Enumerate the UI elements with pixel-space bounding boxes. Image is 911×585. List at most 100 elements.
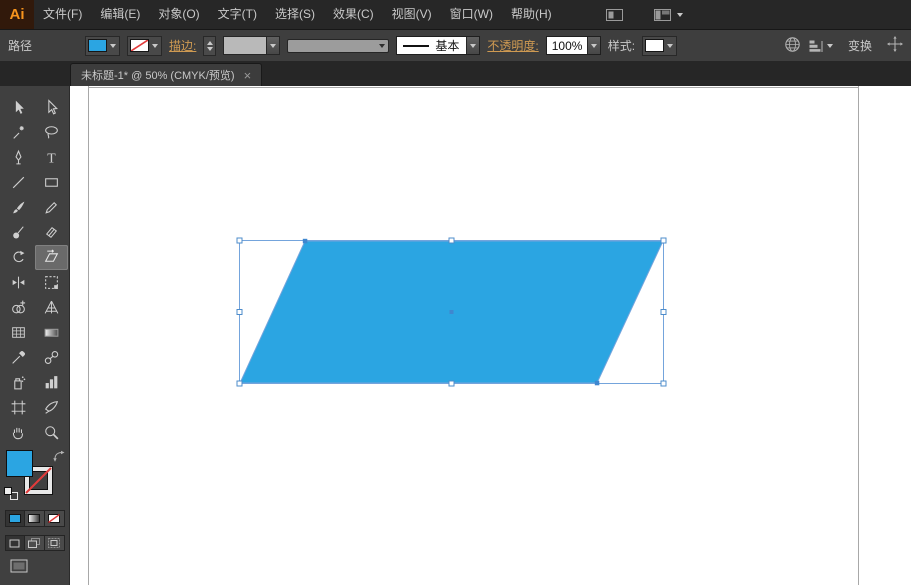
style-label: 样式: [607,39,636,53]
chevron-down-icon [667,43,674,48]
fill-swatch[interactable] [5,450,33,477]
style-dropdown[interactable] [642,35,678,56]
pencil-tool[interactable] [35,195,68,220]
width-tool[interactable] [2,270,35,295]
gradient-mode-button[interactable] [24,510,45,527]
paintbrush-tool[interactable] [2,195,35,220]
default-fill-stroke-icon[interactable] [3,487,18,500]
rotate-tool[interactable] [2,245,35,270]
artboard-tool-icon [11,400,25,415]
column-graph-tool-icon [45,376,57,389]
color-swatch [8,514,21,523]
type-tool[interactable]: T [35,145,68,170]
eraser-tool[interactable] [35,220,68,245]
magic-wand-tool[interactable] [2,120,35,145]
close-tab-icon[interactable]: × [244,69,252,82]
blob-brush-tool[interactable] [2,220,35,245]
eyedropper-tool[interactable] [2,345,35,370]
artboard-tool[interactable] [2,395,35,420]
align-dropdown[interactable] [808,39,833,53]
shear-tool[interactable] [34,245,68,270]
blend-tool[interactable] [35,345,68,370]
line-segment-tool[interactable] [2,170,35,195]
menu-view[interactable]: 视图(V) [383,0,441,29]
fill-color-dropdown[interactable] [85,35,121,56]
menu-type[interactable]: 文字(T) [209,0,266,29]
draw-inside-icon [48,538,60,548]
zoom-tool[interactable] [35,420,68,445]
variable-width-profile-dropdown[interactable] [287,38,390,53]
context-label: 路径 [8,39,33,53]
pen-tool[interactable] [2,145,35,170]
eraser-tool-icon [45,226,57,239]
align-icon [809,40,823,52]
workspace-switcher-icon[interactable] [653,7,683,23]
transform-link[interactable]: 变换 [848,37,872,54]
type-tool-icon: T [47,150,56,165]
gradient-swatch [28,514,40,523]
stroke-weight-label[interactable]: 描边: [169,37,196,54]
direct-selection-tool-icon [47,99,58,115]
mesh-tool[interactable] [2,320,35,345]
chevron-down-icon [152,43,159,48]
column-graph-tool[interactable] [35,370,68,395]
menu-window[interactable]: 窗口(W) [441,0,502,29]
swap-fill-stroke-icon[interactable] [52,450,65,465]
style-swatch [645,39,665,52]
screen-mode-button[interactable] [10,559,28,576]
line-segment-tool-icon [12,176,24,189]
free-transform-tool[interactable] [35,270,68,295]
drawing-mode-buttons [4,535,65,551]
opacity-label[interactable]: 不透明度: [487,37,538,54]
rotate-tool-icon [13,250,24,263]
slice-tool[interactable] [35,395,68,420]
symbol-sprayer-tool[interactable] [2,370,35,395]
menu-effect[interactable]: 效果(C) [324,0,383,29]
recolor-artwork-icon[interactable] [784,36,801,56]
menu-bar: Ai 文件(F) 编辑(E) 对象(O) 文字(T) 选择(S) 效果(C) 视… [0,0,911,30]
screen-mode-icon [10,559,28,573]
color-mode-button[interactable] [4,510,25,527]
pen-tool-icon [14,149,22,165]
perspective-grid-tool[interactable] [35,295,68,320]
fill-stroke-indicator [3,450,66,502]
stroke-preview-line [403,44,430,47]
opacity-dropdown[interactable]: 100% [545,36,601,55]
hand-tool[interactable] [2,420,35,445]
direct-selection-tool[interactable] [35,95,68,120]
lasso-tool[interactable] [35,120,68,145]
color-mode-buttons [4,510,65,527]
rectangle-tool-icon [44,178,58,187]
gradient-tool[interactable] [35,320,68,345]
tools-panel: T [0,86,70,585]
crosshair-arrows-icon[interactable] [887,36,903,55]
perspective-grid-tool-icon [44,300,58,314]
brush-definition-value: 基本 [435,39,460,53]
chevron-down-icon [110,43,117,48]
menu-help[interactable]: 帮助(H) [502,0,561,29]
menu-edit[interactable]: 编辑(E) [91,0,149,29]
brush-definition-dropdown[interactable]: 基本 [396,36,481,55]
arrange-documents-icon[interactable] [605,7,625,23]
stroke-weight-dropdown[interactable] [223,36,281,55]
draw-inside-button[interactable] [44,535,65,551]
stroke-color-dropdown[interactable] [127,35,163,56]
pencil-tool-icon [44,201,57,214]
fill-color-swatch [88,39,108,52]
draw-normal-button[interactable] [4,535,25,551]
eyedropper-tool-icon [11,350,25,364]
canvas-area[interactable] [70,86,911,585]
rectangle-tool[interactable] [35,170,68,195]
selection-tool[interactable] [2,95,35,120]
lasso-tool-icon [44,126,58,139]
stroke-weight-stepper[interactable] [203,35,217,56]
app-logo: Ai [0,0,34,29]
shape-builder-tool[interactable] [2,295,35,320]
zoom-tool-icon [44,426,58,440]
draw-behind-button[interactable] [24,535,45,551]
menu-select[interactable]: 选择(S) [266,0,324,29]
document-tab[interactable]: 未标题-1* @ 50% (CMYK/预览) × [70,63,263,86]
menu-file[interactable]: 文件(F) [34,0,91,29]
menu-object[interactable]: 对象(O) [149,0,208,29]
none-mode-button[interactable] [44,510,65,527]
